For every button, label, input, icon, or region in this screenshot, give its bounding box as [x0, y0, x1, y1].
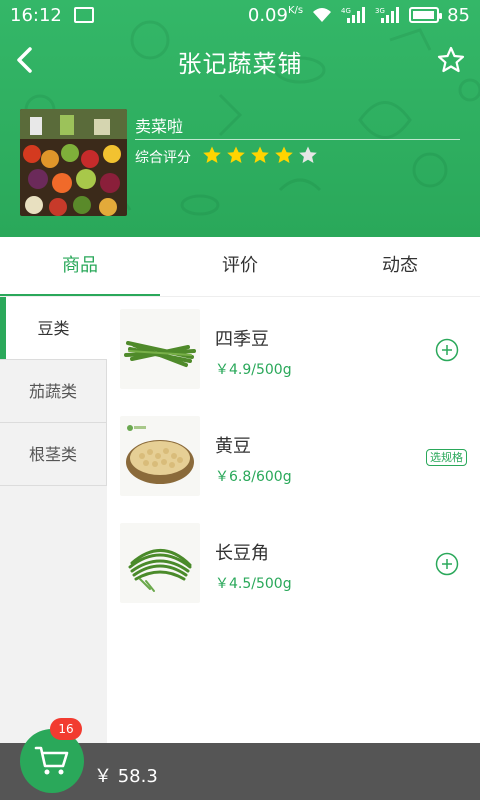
- star-empty-icon: [299, 146, 317, 163]
- category-solanaceous[interactable]: 茄蔬类: [0, 360, 107, 423]
- product-price: ￥6.8/600g: [215, 469, 292, 485]
- favorite-star-icon[interactable]: [436, 45, 466, 75]
- shop-info-divider: [135, 139, 460, 140]
- product-list: 四季豆 ￥4.9/500g 黄豆 ￥6.8/600g 选规格 长豆角 ￥4.5/…: [107, 297, 480, 743]
- product-item[interactable]: 黄豆 ￥6.8/600g 选规格: [107, 404, 480, 511]
- page-title: 张记蔬菜铺: [177, 49, 303, 78]
- shop-tabs: 商品 评价 动态: [0, 237, 480, 297]
- product-name: 四季豆: [215, 329, 269, 350]
- image-notification-icon: [73, 7, 94, 23]
- product-name: 黄豆: [215, 436, 251, 457]
- star-filled-icon: [275, 146, 293, 163]
- rating-stars: [202, 145, 318, 165]
- signal-4g-icon: 4G: [341, 7, 366, 23]
- product-price: ￥4.9/500g: [215, 362, 292, 378]
- status-time: 16:12: [10, 4, 62, 26]
- star-filled-icon: [227, 146, 245, 163]
- star-filled-icon: [203, 146, 221, 163]
- network-speed: 0.09K/s: [247, 4, 304, 26]
- status-bar: 16:12 0.09K/s 4G 3G 85: [0, 0, 480, 30]
- wifi-icon: [313, 8, 332, 22]
- signal-3g-icon: 3G: [375, 7, 400, 23]
- product-price: ￥4.5/500g: [215, 576, 292, 592]
- product-item[interactable]: 长豆角 ￥4.5/500g: [107, 511, 480, 618]
- add-circle-icon[interactable]: [435, 552, 459, 576]
- tab-updates[interactable]: 动态: [320, 237, 480, 297]
- product-name: 长豆角: [215, 543, 269, 564]
- product-image-soybeans: [120, 416, 200, 496]
- tab-reviews[interactable]: 评价: [160, 237, 320, 297]
- back-arrow-icon[interactable]: [12, 46, 40, 74]
- star-filled-icon: [251, 146, 269, 163]
- svg-text:3G: 3G: [375, 7, 385, 15]
- battery-level: 85: [447, 4, 470, 26]
- shopping-cart-icon: [34, 746, 69, 775]
- tab-products[interactable]: 商品: [0, 237, 160, 297]
- add-circle-icon[interactable]: [435, 338, 459, 362]
- cart-total: ￥ 58.3: [94, 766, 158, 787]
- category-roots[interactable]: 根茎类: [0, 423, 107, 486]
- product-image-green-beans: [120, 309, 200, 389]
- battery-icon: [409, 7, 443, 23]
- select-spec-button[interactable]: 选规格: [426, 449, 467, 466]
- svg-text:4G: 4G: [341, 7, 351, 15]
- shop-header: 16:12 0.09K/s 4G 3G 85 张记蔬菜铺 卖菜啦 综合评分: [0, 0, 480, 237]
- cart-count-badge: 16: [50, 718, 82, 740]
- shop-image: [20, 109, 127, 216]
- product-image-long-beans: [120, 523, 200, 603]
- navbar: 张记蔬菜铺: [0, 38, 480, 84]
- product-item[interactable]: 四季豆 ￥4.9/500g: [107, 297, 480, 404]
- category-sidebar: 豆类 茄蔬类 根茎类: [0, 297, 107, 743]
- shop-name: 卖菜啦: [135, 117, 184, 136]
- rating-label: 综合评分: [135, 150, 191, 166]
- category-beans[interactable]: 豆类: [0, 297, 107, 360]
